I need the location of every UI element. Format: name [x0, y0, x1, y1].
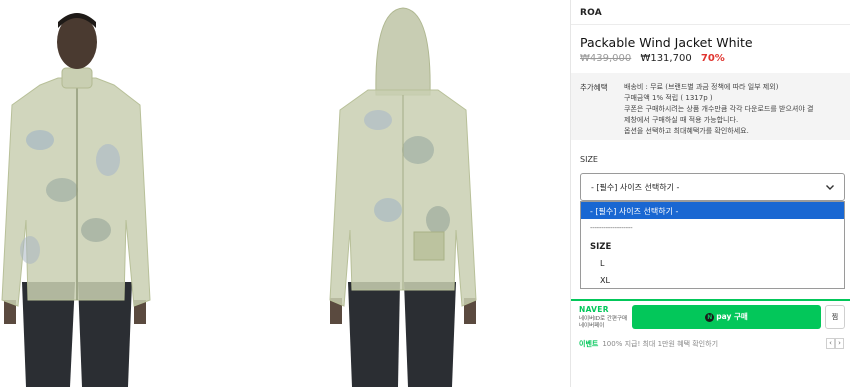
product-gallery — [0, 0, 570, 387]
benefit-box: 추가혜택 배송비 : 무료 (브랜드별 과금 정책에 따라 일부 제외) 구매금… — [571, 73, 850, 140]
product-image-back[interactable] — [318, 0, 488, 387]
arrow-right-icon[interactable]: › — [835, 338, 844, 349]
benefit-line-points: 구매금액 1% 적립 ( 1317p ) — [624, 94, 713, 102]
product-title: Packable Wind Jacket White — [580, 35, 753, 50]
wishlist-button[interactable]: 찜 — [825, 305, 845, 329]
naver-logo: NAVER — [579, 305, 609, 314]
benefit-line-coupon-cont: 제창에서 구매하실 때 적용 가능합니다. — [624, 116, 739, 124]
naver-pay-label: pay 구매 — [716, 312, 748, 321]
product-info-panel: ROA Packable Wind Jacket White ₩439,000 … — [571, 0, 850, 387]
naver-pay-button[interactable]: Npay 구매 — [632, 305, 821, 329]
size-dropdown-list: - [필수] 사이즈 선택하기 - ------------------- SI… — [580, 201, 845, 289]
benefit-line-option: 옵션을 선택하고 최대혜택가를 확인하세요. — [624, 127, 749, 135]
size-option-group-label: SIZE — [590, 242, 612, 252]
size-option-l[interactable]: L — [600, 259, 604, 268]
event-text: 100% 지급! 최대 1만원 혜택 확인하기 — [602, 340, 719, 348]
sale-price: ₩131,700 — [640, 53, 692, 64]
benefit-line-coupon: 쿠폰은 구매하시려는 상품 개수만큼 각각 다운로드를 받으셔야 결 — [624, 105, 814, 113]
benefit-line-shipping: 배송비 : 무료 (브랜드별 과금 정책에 따라 일부 제외) — [624, 83, 779, 91]
naver-pay-n-icon: N — [705, 312, 715, 322]
event-tag: 이벤트 — [579, 340, 599, 348]
product-image-front[interactable] — [0, 0, 160, 387]
naver-pay-button-content: Npay 구매 — [632, 305, 821, 329]
size-option-xl[interactable]: XL — [600, 276, 610, 285]
arrow-left-icon[interactable]: ‹ — [826, 338, 835, 349]
original-price: ₩439,000 — [580, 53, 632, 64]
event-banner[interactable]: 이벤트 100% 지급! 최대 1만원 혜택 확인하기 — [579, 339, 718, 349]
benefit-lines: 배송비 : 무료 (브랜드별 과금 정책에 따라 일부 제외) 구매금액 1% … — [624, 82, 846, 137]
size-option-separator[interactable]: ------------------- — [590, 224, 633, 232]
benefit-label: 추가혜택 — [580, 83, 608, 92]
price-row: ₩439,000 ₩131,700 70% — [580, 53, 725, 64]
size-select-value: - [필수] 사이즈 선택하기 - — [591, 183, 680, 192]
discount-rate: 70% — [700, 53, 725, 64]
naver-pay-divider — [571, 299, 850, 301]
brand-divider — [571, 24, 850, 25]
size-select[interactable]: - [필수] 사이즈 선택하기 - — [580, 173, 845, 201]
naver-subtext-2: 네이버페이 — [579, 323, 605, 329]
size-label: SIZE — [580, 155, 598, 164]
chevron-down-icon — [826, 185, 834, 190]
brand-name[interactable]: ROA — [580, 8, 602, 18]
size-option-placeholder[interactable]: - [필수] 사이즈 선택하기 - — [581, 202, 844, 219]
